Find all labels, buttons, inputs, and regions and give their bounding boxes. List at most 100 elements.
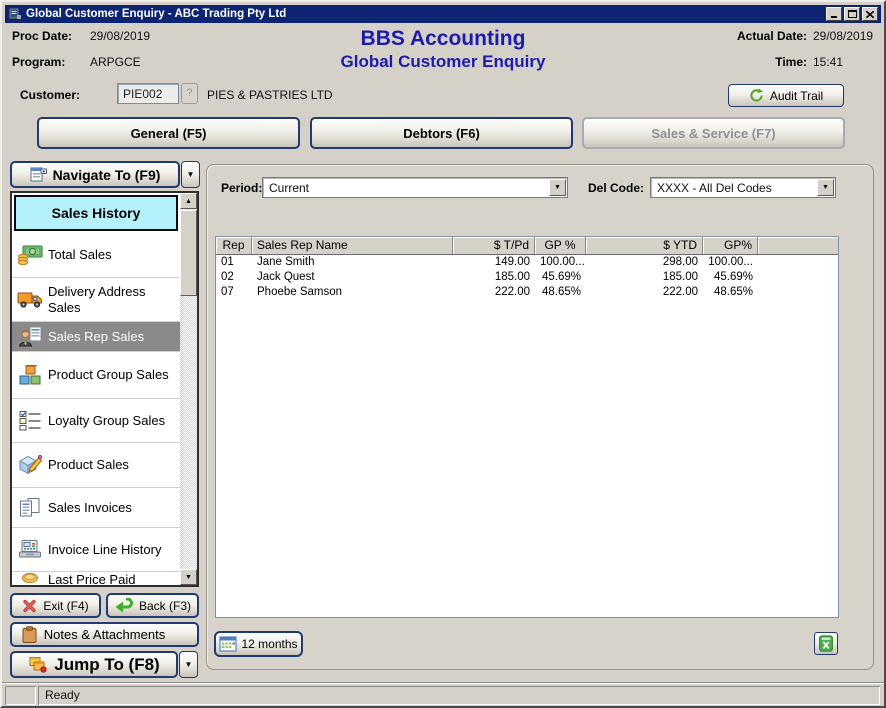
column-header-gp[interactable]: GP%: [703, 237, 758, 254]
jump-dropdown-button[interactable]: ▼: [179, 651, 198, 678]
column-header-t-pd[interactable]: $ T/Pd: [453, 237, 535, 254]
app-icon: [8, 7, 22, 21]
scroll-down-button[interactable]: ▼: [180, 569, 197, 585]
table-row[interactable]: 07Phoebe Samson222.0048.65%222.0048.65%: [216, 285, 838, 300]
time-label: Time:: [737, 55, 807, 69]
sidebar-item-last-price-paid[interactable]: Last Price Paid: [12, 572, 180, 585]
cell-sales-rep-name: Phoebe Samson: [252, 285, 453, 300]
twelve-months-label: 12 months: [241, 637, 297, 651]
sidebar-item-delivery-address-sales[interactable]: Delivery Address Sales: [12, 278, 180, 322]
product-group-icon: [12, 365, 48, 386]
sidebar-item-product-sales[interactable]: Product Sales: [12, 443, 180, 488]
maximize-button[interactable]: [844, 7, 860, 21]
column-header-ytd[interactable]: $ YTD: [586, 237, 703, 254]
exit-button[interactable]: Exit (F4): [10, 593, 101, 618]
sales-rep-table: RepSales Rep Name$ T/PdGP %$ YTDGP% 01Ja…: [215, 236, 839, 618]
tab-general[interactable]: General (F5): [37, 117, 300, 149]
notes-attachments-label: Notes & Attachments: [44, 627, 165, 642]
back-arrow-icon: [114, 598, 133, 613]
loyalty-group-icon: [12, 410, 48, 431]
audit-trail-button[interactable]: Audit Trail: [728, 84, 844, 107]
audit-trail-label: Audit Trail: [770, 89, 823, 103]
scroll-up-button[interactable]: ▲: [180, 193, 197, 209]
sidebar-item-loyalty-group-sales[interactable]: Loyalty Group Sales: [12, 399, 180, 443]
sidebar-section-header: Sales History: [14, 195, 178, 231]
sidebar-item-label: Delivery Address Sales: [48, 284, 180, 316]
cell-t-pd: 222.00: [453, 285, 535, 300]
actual-date-value: 29/08/2019: [813, 29, 875, 43]
exit-x-icon: [22, 599, 37, 613]
chevron-down-icon[interactable]: ▼: [817, 179, 834, 196]
coin-icon: [12, 572, 48, 584]
scroll-thumb[interactable]: [180, 210, 197, 296]
sidebar-list-content: Sales History Total Sales Delivery Addres…: [12, 193, 180, 585]
sidebar-item-sales-rep-sales[interactable]: Sales Rep Sales: [12, 322, 180, 352]
minimize-button[interactable]: [826, 7, 842, 21]
sidebar-item-label: Product Sales: [48, 457, 131, 473]
status-grip-pane: [5, 686, 36, 705]
exit-label: Exit (F4): [43, 599, 88, 613]
program-value: ARPGCE: [90, 55, 150, 69]
column-header-sales-rep-name[interactable]: Sales Rep Name: [252, 237, 453, 254]
twelve-months-button[interactable]: 12 months: [214, 631, 303, 657]
cell-sales-rep-name: Jack Quest: [252, 270, 453, 285]
navigate-to-label: Navigate To (F9): [53, 167, 161, 183]
tab-debtors[interactable]: Debtors (F6): [310, 117, 573, 149]
tab-general-label: General (F5): [131, 126, 207, 141]
notes-attachments-button[interactable]: Notes & Attachments: [10, 622, 199, 647]
column-header-filler: [758, 237, 838, 254]
cell-ytd: 185.00: [586, 270, 703, 285]
proc-date-label: Proc Date:: [12, 29, 90, 43]
app-window: Global Customer Enquiry - ABC Trading Pt…: [0, 0, 886, 708]
export-excel-button[interactable]: [814, 632, 838, 655]
table-body: 01Jane Smith149.00100.00...298.00100.00.…: [216, 255, 838, 300]
column-header-rep[interactable]: Rep: [216, 237, 252, 254]
chevron-down-icon[interactable]: ▼: [549, 179, 566, 196]
sidebar-item-invoice-line-history[interactable]: Invoice Line History: [12, 528, 180, 572]
tab-debtors-label: Debtors (F6): [403, 126, 480, 141]
cell-rep: 01: [216, 255, 252, 270]
period-select[interactable]: Current ▼: [262, 177, 568, 198]
status-separator: [2, 682, 884, 684]
back-button[interactable]: Back (F3): [106, 593, 199, 618]
del-code-value: XXXX - All Del Codes: [657, 181, 772, 195]
time-value: 15:41: [813, 55, 875, 69]
period-label: Period:: [221, 181, 262, 195]
cell-gp: 45.69%: [535, 270, 586, 285]
sidebar-scrollbar[interactable]: ▲ ▼: [180, 193, 197, 585]
cell-gp: 45.69%: [703, 270, 758, 285]
tab-sales-service: Sales & Service (F7): [582, 117, 845, 149]
back-label: Back (F3): [139, 599, 191, 613]
sidebar-item-label: Sales Rep Sales: [48, 329, 146, 345]
sidebar-item-label: Product Group Sales: [48, 367, 171, 383]
column-header-gp[interactable]: GP %: [535, 237, 586, 254]
table-row[interactable]: 01Jane Smith149.00100.00...298.00100.00.…: [216, 255, 838, 270]
sidebar-item-product-group-sales[interactable]: Product Group Sales: [12, 352, 180, 399]
cell-gp: 48.65%: [535, 285, 586, 300]
del-code-label: Del Code:: [588, 181, 644, 195]
excel-icon: [818, 635, 834, 652]
close-button[interactable]: [862, 7, 878, 21]
del-code-select[interactable]: XXXX - All Del Codes ▼: [650, 177, 836, 198]
proc-date-value: 29/08/2019: [90, 29, 150, 43]
customer-code-input[interactable]: PIE002: [117, 83, 179, 104]
sidebar-item-label: Last Price Paid: [48, 572, 137, 585]
period-value: Current: [269, 181, 309, 195]
navigate-dropdown-button[interactable]: ▼: [181, 161, 200, 188]
chevron-down-icon: ▼: [187, 170, 195, 179]
table-row[interactable]: 02Jack Quest185.0045.69%185.0045.69%: [216, 270, 838, 285]
clipboard-icon: [22, 626, 37, 643]
status-bar: Ready: [38, 686, 880, 705]
cell-t-pd: 149.00: [453, 255, 535, 270]
sidebar-item-total-sales[interactable]: Total Sales: [12, 233, 180, 278]
jump-to-button[interactable]: Jump To (F8): [10, 651, 178, 678]
money-icon: [12, 244, 48, 266]
sidebar-item-label: Sales Invoices: [48, 500, 134, 516]
sales-rep-sales-panel: Period: Current ▼ Del Code: XXXX - All D…: [206, 164, 874, 670]
cell-gp: 48.65%: [703, 285, 758, 300]
jump-to-label: Jump To (F8): [54, 655, 159, 675]
navigate-to-button[interactable]: Navigate To (F9): [10, 161, 180, 188]
customer-help-button[interactable]: ?: [181, 83, 198, 104]
invoice-line-history-icon: [12, 539, 48, 560]
sidebar-item-sales-invoices[interactable]: Sales Invoices: [12, 488, 180, 528]
